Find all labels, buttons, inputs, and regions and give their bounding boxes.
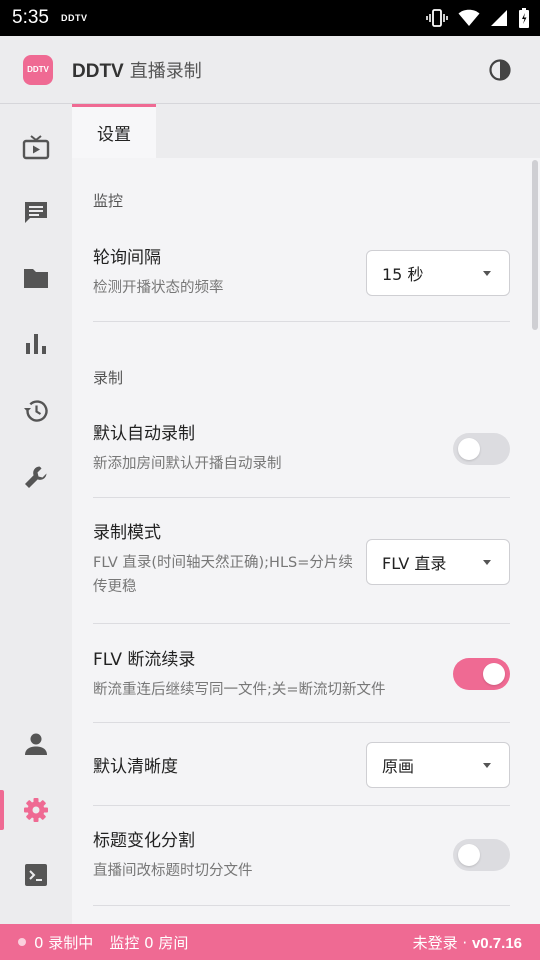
flv-resume-toggle[interactable] (453, 658, 510, 690)
rail-item-console[interactable] (0, 847, 72, 903)
dropdown-caret-icon (483, 271, 491, 276)
dropdown-caret-icon (483, 560, 491, 565)
setting-desc: 断流重连后继续写同一文件;关=断流切新文件 (93, 682, 386, 698)
battery-icon (519, 8, 529, 28)
recording-count: 0 录制中 (34, 933, 94, 952)
monitor-count: 监控 0 房间 (109, 933, 189, 952)
setting-title: FLV 断流续录 (93, 650, 196, 670)
login-status[interactable]: 未登录 (413, 934, 458, 952)
person-icon (25, 733, 47, 755)
app-brand: DDTV (72, 60, 124, 82)
footer-right: 未登录 · v0.7.16 (413, 932, 522, 953)
tab-settings[interactable]: 设置 (72, 104, 156, 158)
rail-item-stats[interactable] (0, 316, 72, 372)
rail-item-danmaku[interactable] (0, 185, 72, 241)
recording-status-dot (18, 938, 26, 946)
setting-title: 标题变化分割 (93, 831, 195, 851)
tab-settings-label: 设置 (97, 125, 131, 145)
app-logo-text: DDTV (27, 65, 49, 74)
tab-strip (156, 104, 540, 158)
contrast-icon[interactable] (488, 58, 512, 82)
terminal-icon (25, 864, 47, 886)
chat-icon (25, 202, 47, 223)
footer-separator: · (462, 933, 468, 952)
vibrate-icon (426, 9, 448, 27)
gear-icon (24, 798, 48, 822)
settings-content: 设置 监控 轮询间隔 检测开播状态的频率 15 秒 录制 默认自动录制 新添加房… (72, 104, 540, 924)
toggle-knob (458, 438, 480, 460)
title-split-toggle[interactable] (453, 839, 510, 871)
section-title-monitor: 监控 (93, 192, 124, 210)
divider (93, 905, 510, 906)
toggle-knob (458, 844, 480, 866)
setting-desc: FLV 直录(时间轴天然正确);HLS=分片续传更稳 (93, 555, 353, 595)
dropdown-caret-icon (483, 763, 491, 768)
divider (93, 722, 510, 723)
poll-interval-select[interactable]: 15 秒 (366, 250, 510, 296)
rail-item-tools[interactable] (0, 449, 72, 505)
select-value: 原画 (382, 757, 415, 776)
divider (93, 805, 510, 806)
rail-item-history[interactable] (0, 383, 72, 439)
scrollbar[interactable] (532, 160, 538, 330)
rail-item-live[interactable] (0, 120, 72, 176)
app-title: DDTV 直播录制 (72, 57, 202, 83)
rail-item-account[interactable] (0, 716, 72, 772)
signal-icon (491, 10, 507, 26)
section-title-record: 录制 (93, 369, 124, 387)
app-version: v0.7.16 (471, 934, 522, 952)
select-value: 15 秒 (382, 265, 424, 284)
setting-desc: 新添加房间默认开播自动录制 (93, 456, 282, 472)
app-bar: DDTV DDTV 直播录制 (0, 36, 540, 104)
nav-rail (0, 104, 72, 924)
wifi-icon (458, 9, 480, 27)
record-mode-select[interactable]: FLV 直录 (366, 539, 510, 585)
select-value: FLV 直录 (382, 554, 447, 573)
tab-bar: 设置 (72, 104, 540, 158)
history-icon (24, 400, 48, 422)
setting-title: 默认自动录制 (93, 424, 195, 444)
app-subtitle: 直播录制 (129, 60, 202, 82)
bar-chart-icon (26, 334, 46, 354)
divider (93, 321, 510, 322)
toggle-knob (483, 663, 505, 685)
setting-auto-record: 默认自动录制 新添加房间默认开播自动录制 (93, 419, 510, 476)
status-app-indicator: DDTV (60, 13, 88, 23)
status-footer: 0 录制中 监控 0 房间 未登录 · v0.7.16 (0, 924, 540, 960)
divider (93, 497, 510, 498)
default-quality-select[interactable]: 原画 (366, 742, 510, 788)
folder-icon (24, 269, 48, 288)
setting-desc: 直播间改标题时切分文件 (93, 863, 253, 879)
rail-item-files[interactable] (0, 250, 72, 306)
status-bar: 5:35 DDTV (0, 0, 540, 36)
divider (93, 623, 510, 624)
setting-flv-resume: FLV 断流续录 断流重连后继续写同一文件;关=断流切新文件 (93, 645, 510, 702)
status-time: 5:35 (12, 7, 49, 28)
setting-title-split: 标题变化分割 直播间改标题时切分文件 (93, 826, 510, 883)
app-logo: DDTV (23, 54, 53, 85)
wrench-icon (25, 466, 47, 488)
auto-record-toggle[interactable] (453, 433, 510, 465)
rail-item-settings[interactable] (0, 782, 72, 838)
tv-icon (22, 135, 50, 160)
